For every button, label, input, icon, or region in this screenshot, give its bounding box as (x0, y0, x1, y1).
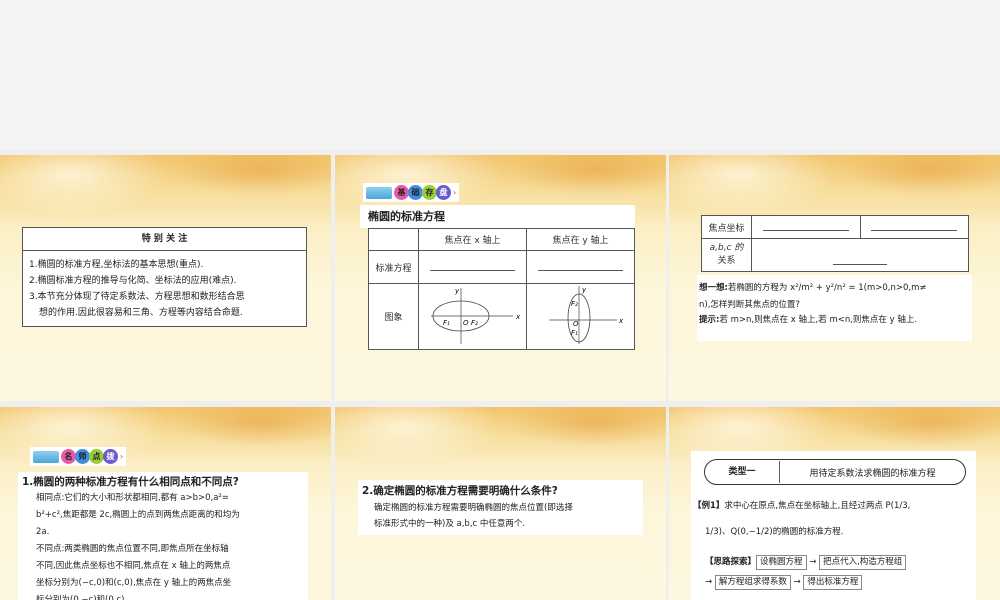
type-title: 用待定系数法求椭圆的标准方程 (809, 468, 936, 479)
answer-line: b²+c²,焦距都是 2c,椭圆上的点到两焦点距离的和均为 (36, 510, 240, 520)
answer-line: 不同,因此焦点坐标也不相同,焦点在 x 轴上的两焦点 (36, 561, 231, 571)
badge-char: 础 (408, 185, 423, 200)
svg-text:F₁: F₁ (571, 329, 578, 337)
key-points-title: 特 别 关 注 (23, 228, 306, 251)
badge-char: 盘 (436, 185, 451, 200)
svg-text:F₂: F₂ (471, 319, 478, 327)
answer-line: 坐标分别为(−c,0)和(c,0),焦点在 y 轴上的两焦点坐 (36, 578, 232, 588)
row-header-abc-2: 关系 (717, 256, 736, 266)
key-point: 2.椭圆标准方程的推导与化简、坐标法的应用(难点). (29, 276, 237, 286)
row-header-equation: 标准方程 (368, 250, 419, 284)
answer-line: 标准形式中的一种)及 a,b,c 中任意两个. (374, 519, 526, 529)
blank-top-area (0, 0, 1000, 150)
row-header-focus: 焦点坐标 (701, 215, 752, 239)
blank-line (537, 261, 624, 271)
badge-char: 师 (75, 449, 90, 464)
answer-line: 不同点:两类椭圆的焦点位置不同,即焦点所在坐标轴 (36, 544, 229, 554)
col-header-x: 焦点在 x 轴上 (418, 228, 527, 251)
key-point: 1.椭圆的标准方程,坐标法的基本思想(重点). (29, 260, 204, 270)
slide-thumbnail-4[interactable]: 名 师 点 拨 › 1.椭圆的两种标准方程有什么相同点和不同点? 相同点:它们的… (0, 407, 331, 600)
blank-line (429, 261, 516, 271)
ellipse-y-axis-graph: y x F₂ OF₁ (548, 286, 624, 344)
slide-thumbnail-5[interactable]: 2.确定椭圆的标准方程需要明确什么条件? 确定椭圆的标准方程需要明确椭圆的焦点位… (335, 407, 666, 600)
blank-line (833, 255, 887, 265)
badge-char: 拨 (103, 449, 118, 464)
example-text-2: 1/3)、Q(0,−1/2)的椭圆的标准方程. (705, 527, 844, 537)
hint-text: 若 m>n,则焦点在 x 轴上,若 m<n,则焦点在 y 轴上. (719, 315, 918, 325)
answer-line: 标分别为(0,−c)和(0,c). (36, 595, 128, 600)
key-point: 想的作用.因此很容易和三角、方程等内容结合命题. (39, 308, 243, 318)
section-badge: 基 础 存 盘 › (363, 183, 460, 202)
svg-text:x: x (515, 313, 521, 321)
key-point: 3.本节充分体现了待定系数法、方程思想和数形结合思 (29, 292, 245, 302)
standard-equation-table: 焦点在 x 轴上 焦点在 y 轴上 标准方程 图象 y x F₁ O F₂ y x F₂ O F₁ (368, 228, 635, 350)
badge-char: 基 (394, 185, 409, 200)
key-points-box: 特 别 关 注 1.椭圆的标准方程,坐标法的基本思想(重点). 2.椭圆标准方程… (22, 227, 307, 327)
col-header-y: 焦点在 y 轴上 (526, 228, 635, 251)
answer-line: 2a. (36, 527, 50, 537)
arrow-icon: → (809, 557, 817, 567)
hint-label: 提示: (699, 315, 720, 325)
svg-text:F₁: F₁ (443, 319, 450, 327)
svg-text:y: y (581, 286, 587, 294)
ellipse-x-axis-graph: y x F₁ O F₂ (430, 287, 521, 344)
qa-block: 2.确定椭圆的标准方程需要明确什么条件? 确定椭圆的标准方程需要明确椭圆的焦点位… (358, 480, 643, 535)
badge-char: 点 (89, 449, 104, 464)
flow-step: 解方程组求得系数 (714, 575, 791, 590)
svg-text:O: O (573, 320, 579, 328)
books-icon (366, 186, 392, 199)
row-header-graph: 图象 (368, 283, 419, 350)
chevron-right-icon: › (120, 452, 124, 461)
section-badge: 名 师 点 拨 › (30, 447, 127, 466)
blank-line (871, 221, 958, 231)
answer-line: 确定椭圆的标准方程需要明确椭圆的焦点位置(即选择 (374, 503, 573, 513)
badge-char: 存 (422, 185, 437, 200)
flow-step: 设椭圆方程 (756, 555, 807, 570)
slide-thumbnail-2[interactable]: 基 础 存 盘 › 椭圆的标准方程 焦点在 x 轴上 焦点在 y 轴上 标准方程 … (335, 155, 666, 401)
type-header: 类型一 用待定系数法求椭圆的标准方程 (704, 459, 966, 485)
answer-line: 相同点:它们的大小和形状都相同,都有 a>b>0,a²= (36, 493, 229, 503)
example-label: 【例1】 (693, 501, 725, 511)
arrow-icon: → (705, 577, 713, 587)
slide-thumbnail-1[interactable]: 特 别 关 注 1.椭圆的标准方程,坐标法的基本思想(重点). 2.椭圆标准方程… (0, 155, 331, 401)
think-section: 想一想:若椭圆的方程为 x²/m² + y²/n² = 1(m>0,n>0,m≠… (697, 275, 972, 341)
qa-block: 1.椭圆的两种标准方程有什么相同点和不同点? 相同点:它们的大小和形状都相同,都… (18, 472, 308, 600)
svg-text:F₂: F₂ (571, 300, 578, 308)
idea-label: 【思路探索】 (705, 557, 757, 567)
blank-line (762, 221, 849, 231)
question: 1.椭圆的两种标准方程有什么相同点和不同点? (22, 476, 239, 488)
books-icon (33, 450, 59, 463)
idea-flow: 【思路探索】 设椭圆方程 → 把点代入,构造方程组 → 解方程组求得系数 → 得出… (705, 552, 960, 592)
example-text: 求中心在原点,焦点在坐标轴上,且经过两点 P(1/3, (724, 501, 911, 511)
row-header-abc: a,b,c 的 (709, 243, 744, 253)
slide-thumbnail-6[interactable]: 类型一 用待定系数法求椭圆的标准方程 【例1】求中心在原点,焦点在坐标轴上,且经… (669, 407, 1000, 600)
svg-text:O: O (463, 319, 469, 327)
type-label: 类型一 (705, 461, 780, 483)
think-text: 若椭圆的方程为 x²/m² + y²/n² = 1(m>0,n>0,m≠ (727, 283, 927, 293)
slide-title: 椭圆的标准方程 (360, 205, 635, 228)
question: 2.确定椭圆的标准方程需要明确什么条件? (362, 485, 558, 497)
flow-step: 得出标准方程 (803, 575, 863, 590)
focus-table: 焦点坐标 a,b,c 的关系 (701, 215, 969, 272)
flow-step: 把点代入,构造方程组 (819, 555, 907, 570)
svg-text:x: x (618, 317, 624, 325)
arrow-icon: → (793, 577, 801, 587)
slide-thumbnail-3[interactable]: 焦点坐标 a,b,c 的关系 想一想:若椭圆的方程为 x²/m² + y²/n²… (669, 155, 1000, 401)
think-label: 想一想: (699, 283, 728, 293)
badge-char: 名 (61, 449, 76, 464)
chevron-right-icon: › (453, 188, 457, 197)
svg-text:y: y (454, 287, 460, 295)
think-text-2: n),怎样判断其焦点的位置? (699, 300, 800, 310)
